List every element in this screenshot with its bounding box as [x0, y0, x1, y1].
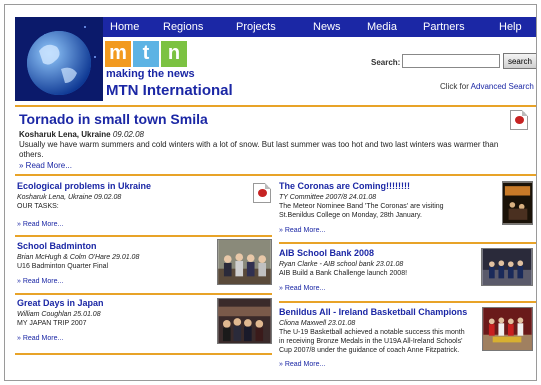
advanced-search-hint: Click for Advanced Search	[440, 82, 534, 91]
story-photo[interactable]	[502, 181, 533, 225]
story-byline: Kosharuk Lena, Ukraine 09.02.08	[17, 194, 122, 201]
story-card: Benildus All - Ireland Basketball Champi…	[279, 307, 479, 368]
story-photo[interactable]	[481, 248, 533, 286]
story-title[interactable]: Ecological problems in Ukraine	[17, 181, 272, 191]
story-title[interactable]: School Badminton	[17, 241, 215, 251]
story-read-more[interactable]: » Read More...	[17, 221, 272, 228]
story-read-more[interactable]: » Read More...	[279, 285, 479, 292]
story-byline: Brian McHugh & Colm O'Hare 29.01.08	[17, 254, 140, 261]
story-photo[interactable]	[217, 298, 272, 344]
story-divider	[15, 353, 272, 355]
logo-letter-m: m	[105, 41, 131, 67]
lead-story-date: 09.02.08	[112, 130, 144, 139]
logo-letter-t: t	[133, 41, 159, 67]
story-divider	[279, 301, 536, 303]
story-card: School Badminton Brian McHugh & Colm O'H…	[17, 241, 215, 285]
story-read-more[interactable]: » Read More...	[17, 335, 215, 342]
pdf-icon[interactable]	[253, 183, 271, 203]
story-title[interactable]: AIB School Bank 2008	[279, 248, 479, 258]
globe-logo[interactable]	[15, 17, 103, 101]
search-button[interactable]: search	[503, 53, 536, 69]
search-input[interactable]	[402, 54, 500, 68]
lead-story-title[interactable]: Tornado in small town Smila	[19, 111, 208, 127]
logo-letter-n: n	[161, 41, 187, 67]
nav-regions[interactable]: Regions	[163, 21, 203, 33]
lead-story: Tornado in small town Smila Kosharuk Len…	[15, 105, 536, 175]
story-byline: Cliona Maxwell 23.01.08	[279, 320, 356, 327]
story-card: The Coronas are Coming!!!!!!!! TY Commit…	[279, 181, 499, 234]
story-title[interactable]: The Coronas are Coming!!!!!!!!	[279, 181, 499, 191]
pdf-icon[interactable]	[510, 110, 528, 130]
story-text: The U-19 Basketball achieved a notable s…	[279, 329, 465, 354]
advanced-search-prefix: Click for	[440, 82, 471, 91]
story-read-more[interactable]: » Read More...	[279, 227, 499, 234]
story-byline: TY Committee 2007/8 24.01.08	[279, 194, 377, 201]
lead-divider	[15, 174, 536, 176]
story-read-more[interactable]: » Read More...	[279, 361, 479, 368]
story-card: Great Days in Japan William Coughlan 25.…	[17, 298, 215, 342]
story-photo[interactable]	[482, 307, 533, 351]
story-byline: William Coughlan 25.01.08	[17, 311, 101, 318]
nav-home[interactable]: Home	[110, 21, 139, 33]
page-frame: Home Regions Projects News Media Partner…	[4, 4, 537, 381]
lead-story-author: Kosharuk Lena, Ukraine	[19, 130, 111, 139]
nav-news[interactable]: News	[313, 21, 341, 33]
story-read-more[interactable]: » Read More...	[17, 278, 215, 285]
lead-story-read-more[interactable]: » Read More...	[19, 161, 72, 170]
story-divider	[15, 235, 272, 237]
lead-story-text: Usually we have warm summers and cold wi…	[19, 140, 499, 159]
tagline: making the news	[106, 68, 195, 80]
story-photo[interactable]	[217, 239, 272, 285]
story-card: AIB School Bank 2008 Ryan Clarke - AIB s…	[279, 248, 479, 292]
story-text: MY JAPAN TRIP 2007	[17, 320, 87, 327]
nav-partners[interactable]: Partners	[423, 21, 465, 33]
story-byline: Ryan Clarke - AIB school bank 23.01.08	[279, 261, 404, 268]
story-divider	[15, 293, 272, 295]
advanced-search-link[interactable]: Advanced Search	[471, 82, 534, 91]
main-nav: Home Regions Projects News Media Partner…	[103, 17, 536, 37]
story-text: AIB Build a Bank Challenge launch 2008!	[279, 270, 408, 277]
nav-media[interactable]: Media	[367, 21, 397, 33]
story-divider	[279, 242, 536, 244]
story-text: U16 Badminton Quarter Final	[17, 263, 109, 270]
nav-help[interactable]: Help	[499, 21, 522, 33]
story-card: Ecological problems in Ukraine Kosharuk …	[17, 181, 272, 228]
nav-projects[interactable]: Projects	[236, 21, 276, 33]
story-text: OUR TASKS:	[17, 203, 59, 210]
search-label: Search:	[371, 58, 401, 67]
story-title[interactable]: Benildus All - Ireland Basketball Champi…	[279, 307, 479, 317]
lead-story-byline: Kosharuk Lena, Ukraine 09.02.08	[19, 130, 144, 139]
site-title: MTN International	[106, 82, 233, 99]
story-text: The Meteor Nominee Band 'The Coronas' ar…	[279, 203, 444, 219]
story-title[interactable]: Great Days in Japan	[17, 298, 215, 308]
